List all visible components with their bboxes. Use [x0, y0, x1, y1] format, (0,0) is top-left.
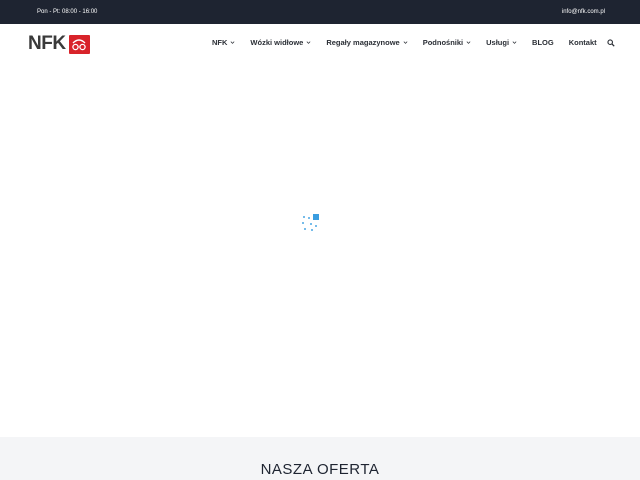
loader-dot [311, 229, 313, 231]
chevron-down-icon [306, 41, 311, 44]
site-logo[interactable]: NFK [28, 33, 90, 55]
menu-item-label: Podnośniki [422, 38, 464, 47]
menu-item-forklifts[interactable]: Wózki widłowe [250, 38, 311, 47]
loader-dot [308, 217, 310, 219]
menu-item-racks[interactable]: Regały magazynowe [326, 38, 408, 47]
loading-spinner-icon [301, 213, 321, 233]
logo-text: NFK [28, 33, 66, 54]
menu-item-nfk[interactable]: NFK [212, 38, 235, 47]
loader-dot [302, 222, 304, 224]
chevron-down-icon [512, 41, 517, 44]
menu-item-label: Kontakt [568, 38, 597, 47]
menu-item-blog[interactable]: BLOG [532, 38, 554, 47]
main-menu: NFK Wózki widłowe Regały magazynowe Podn… [212, 38, 615, 47]
search-icon[interactable] [607, 38, 615, 47]
offer-section: NASZA OFERTA [0, 437, 640, 480]
menu-item-label: Regały magazynowe [326, 38, 400, 47]
forklift-icon [68, 34, 90, 54]
menu-item-contact[interactable]: Kontakt [569, 38, 597, 47]
loader-square [313, 214, 319, 220]
menu-item-services[interactable]: Usługi [486, 38, 517, 47]
chevron-down-icon [466, 41, 471, 44]
loader-dot [304, 228, 306, 230]
loader-dot [315, 225, 317, 227]
chevron-down-icon [403, 41, 408, 44]
contact-email-link[interactable]: info@nfk.com.pl [562, 9, 605, 15]
loader-dot [310, 223, 312, 225]
main-navbar: NFK NFK Wózki widłowe Regały magazynowe … [0, 24, 640, 64]
menu-item-label: BLOG [532, 38, 554, 47]
hero-slider [0, 64, 640, 437]
menu-item-label: NFK [212, 38, 228, 47]
menu-item-lifts[interactable]: Podnośniki [423, 38, 471, 47]
top-bar: Pon - Pt: 08:00 - 16:00 info@nfk.com.pl [0, 0, 640, 24]
menu-item-label: Wózki widłowe [250, 38, 304, 47]
loader-dot [303, 216, 305, 218]
chevron-down-icon [230, 41, 235, 44]
section-title: NASZA OFERTA [260, 461, 380, 478]
menu-item-label: Usługi [486, 38, 510, 47]
opening-hours: Pon - Pt: 08:00 - 16:00 [37, 9, 98, 15]
